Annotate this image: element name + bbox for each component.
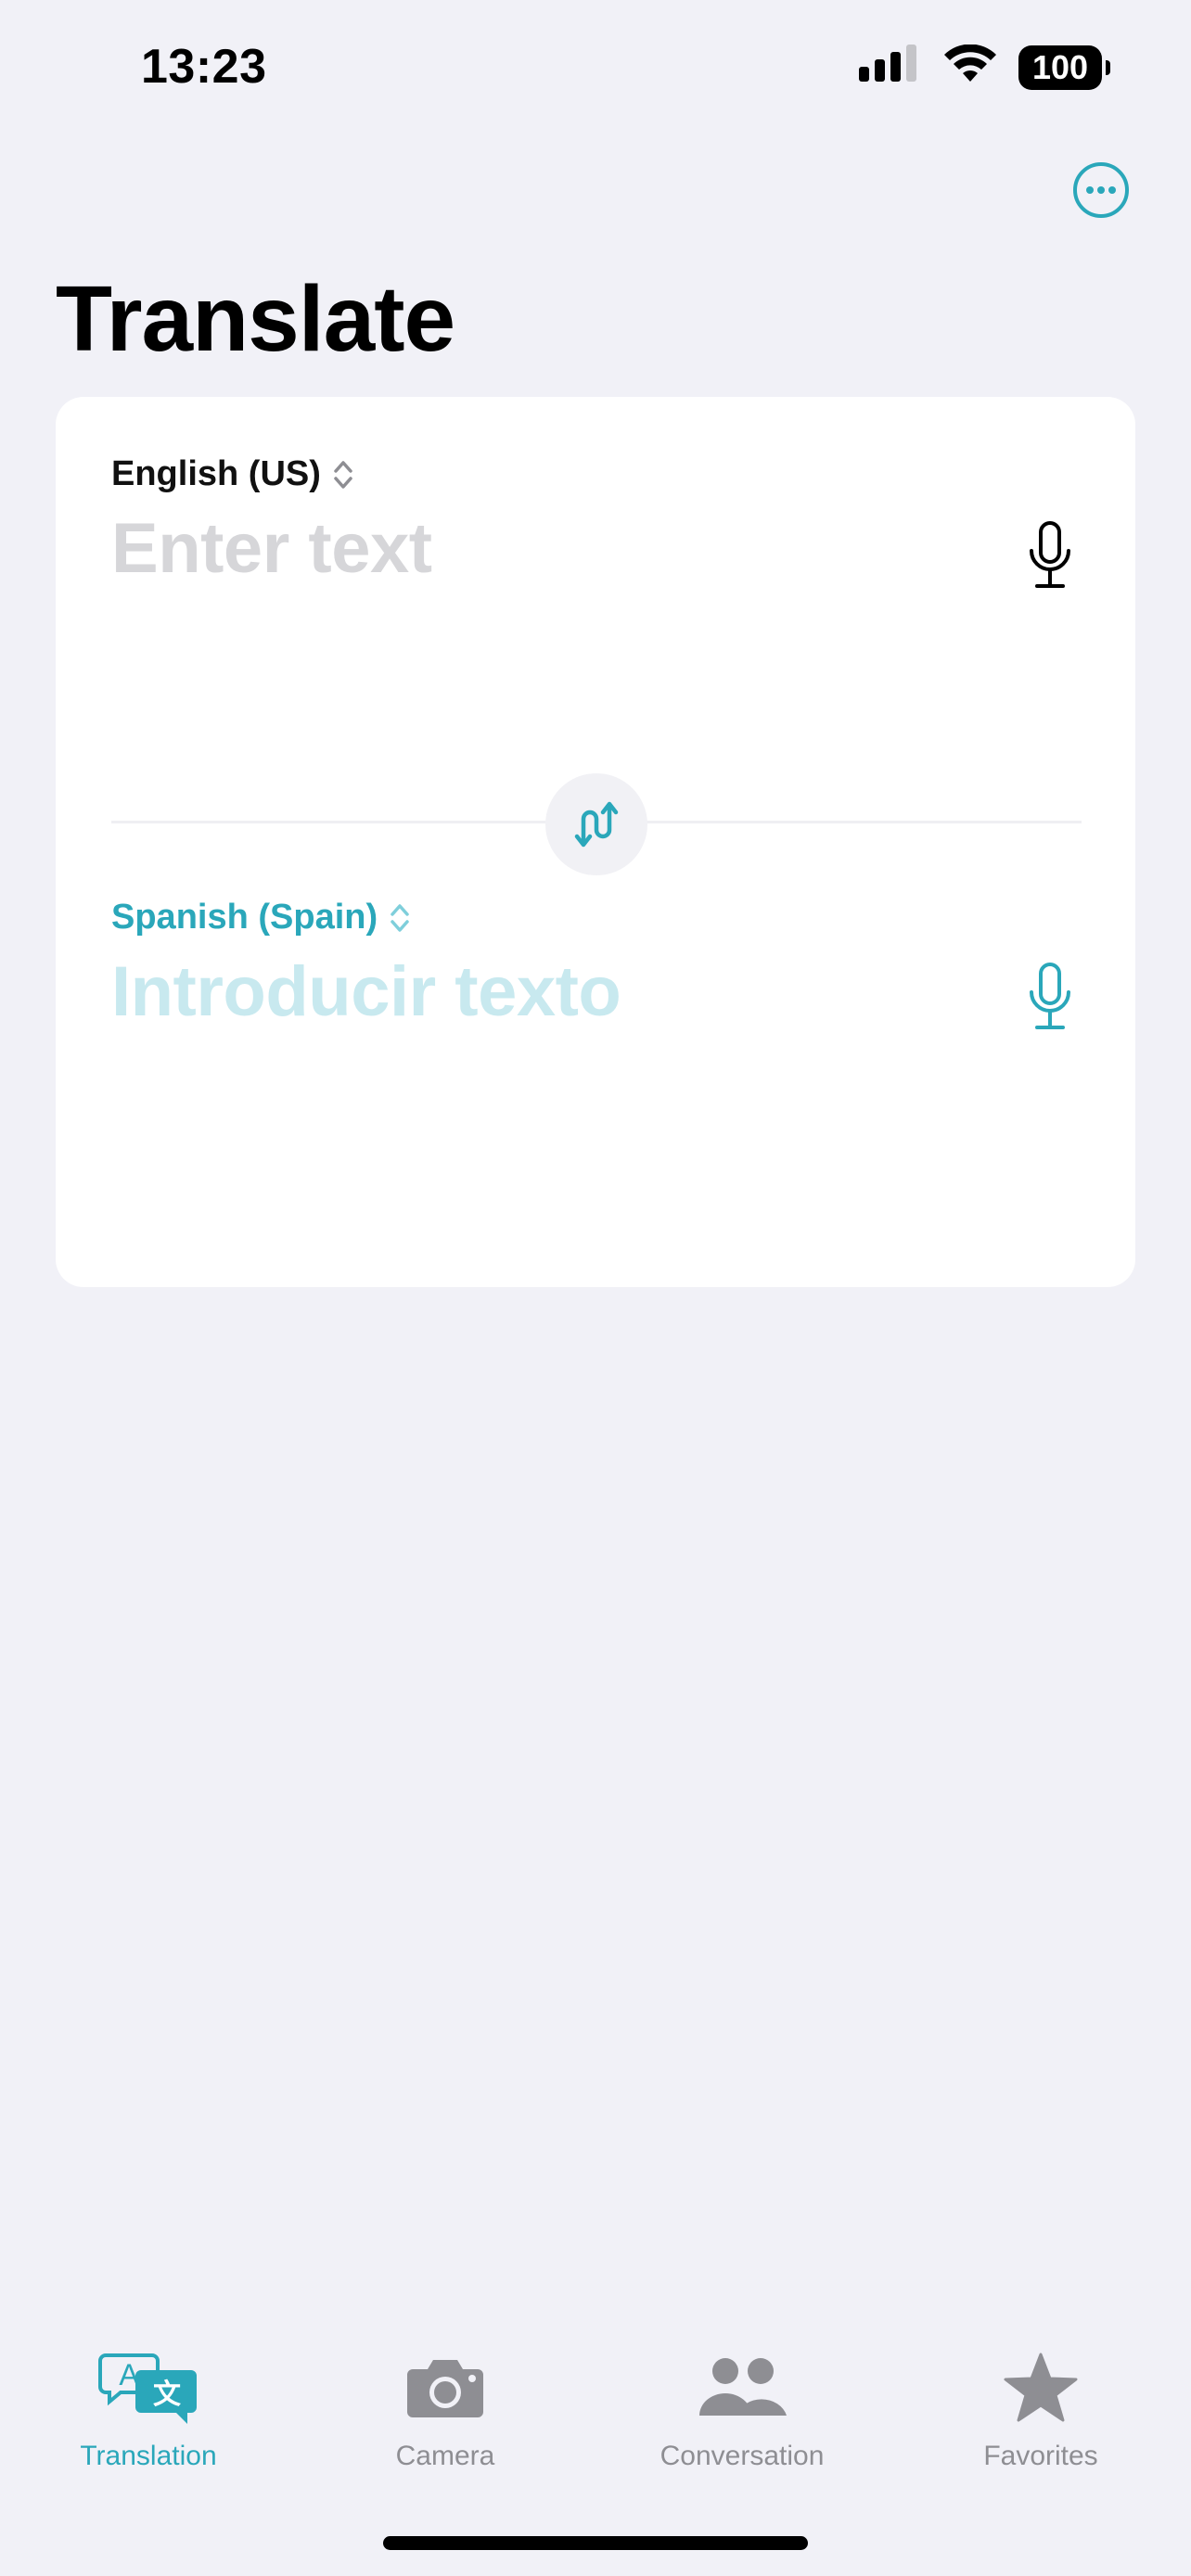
source-text-input[interactable]: Enter text bbox=[111, 508, 432, 589]
tab-translation[interactable]: A 文 Translation bbox=[28, 2346, 269, 2472]
chevron-up-down-icon bbox=[334, 460, 352, 489]
translation-card: English (US) Enter text Spanish (Spain) … bbox=[56, 397, 1135, 1287]
status-icons: 100 bbox=[857, 44, 1110, 90]
conversation-icon bbox=[696, 2346, 788, 2429]
source-microphone-button[interactable] bbox=[1026, 519, 1074, 593]
status-time: 13:23 bbox=[141, 40, 267, 94]
microphone-icon bbox=[1030, 963, 1070, 1029]
page-title: Translate bbox=[56, 267, 455, 371]
source-language-label: English (US) bbox=[111, 454, 321, 493]
svg-text:文: 文 bbox=[153, 2378, 181, 2411]
more-options-button[interactable] bbox=[1072, 161, 1130, 219]
cellular-signal-icon bbox=[857, 45, 922, 90]
tab-bar: A 文 Translation Camera Conversation Favo… bbox=[0, 2346, 1191, 2494]
tab-conversation[interactable]: Conversation bbox=[621, 2346, 863, 2472]
wifi-icon bbox=[942, 44, 998, 90]
tab-translation-label: Translation bbox=[80, 2441, 217, 2471]
battery-icon: 100 bbox=[1018, 45, 1110, 90]
tab-favorites[interactable]: Favorites bbox=[920, 2346, 1161, 2472]
tab-conversation-label: Conversation bbox=[660, 2441, 825, 2471]
tab-camera[interactable]: Camera bbox=[325, 2346, 566, 2472]
microphone-icon bbox=[1030, 521, 1070, 588]
target-language-selector[interactable]: Spanish (Spain) bbox=[111, 898, 411, 937]
translate-screen: 13:23 100 Translate English (US) Enter t… bbox=[0, 0, 1191, 2576]
swap-languages-button[interactable] bbox=[545, 773, 647, 875]
ellipsis-circle-icon bbox=[1073, 162, 1129, 218]
swap-languages-icon bbox=[574, 801, 619, 848]
home-indicator bbox=[383, 2536, 808, 2550]
target-language-label: Spanish (Spain) bbox=[111, 898, 378, 937]
star-icon bbox=[1004, 2346, 1078, 2429]
battery-level: 100 bbox=[1031, 47, 1089, 86]
target-text-input[interactable]: Introducir texto bbox=[111, 951, 621, 1032]
chevron-up-down-icon bbox=[391, 903, 409, 932]
translation-icon: A 文 bbox=[96, 2346, 200, 2429]
tab-favorites-label: Favorites bbox=[983, 2441, 1098, 2471]
tab-camera-label: Camera bbox=[395, 2441, 495, 2471]
source-language-selector[interactable]: English (US) bbox=[111, 454, 354, 494]
camera-icon bbox=[405, 2346, 485, 2429]
target-microphone-button[interactable] bbox=[1026, 961, 1074, 1035]
